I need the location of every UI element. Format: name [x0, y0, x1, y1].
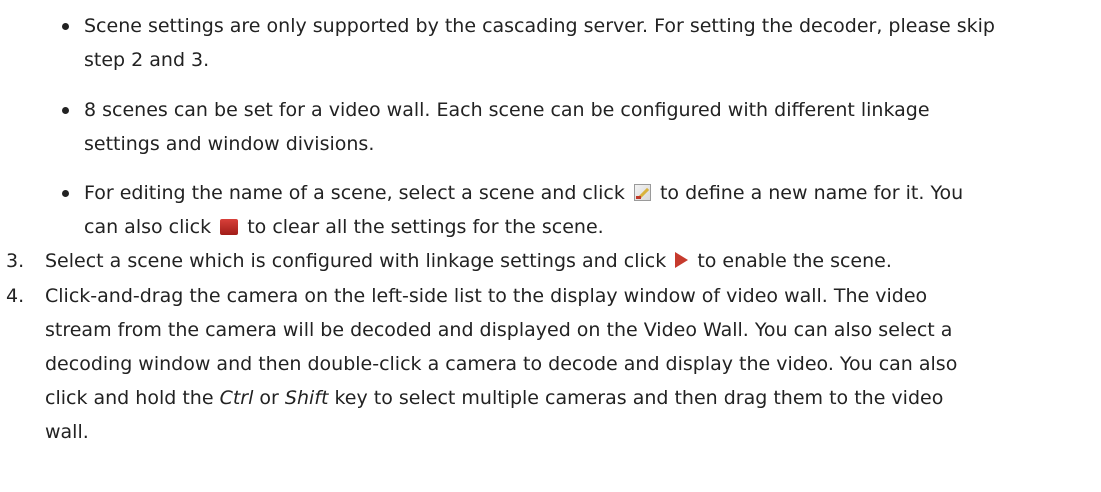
step-4-text-b: or — [259, 387, 279, 409]
bullet-marker — [62, 23, 69, 30]
step-4-line-4: click and hold the Ctrl or Shift key to … — [45, 385, 943, 411]
step-3-text-b: to enable the scene. — [697, 250, 892, 272]
bullet-3-line-1: For editing the name of a scene, select … — [84, 180, 963, 206]
bullet-2-line-1: 8 scenes can be set for a video wall. Ea… — [84, 99, 930, 121]
step-4-line-2: stream from the camera will be decoded a… — [45, 319, 953, 341]
clear-icon — [220, 219, 239, 235]
bullet-3-text-b: to define a new name for it. You — [659, 182, 964, 204]
bullet-1-line-1: Scene settings are only supported by the… — [84, 15, 995, 37]
step-3-text-a: Select a scene which is configured with … — [45, 250, 667, 272]
play-icon — [675, 252, 689, 268]
ctrl-key-label: Ctrl — [219, 387, 254, 409]
step-3-line-1: Select a scene which is configured with … — [45, 248, 892, 274]
bullet-2-line-2: settings and window divisions. — [84, 133, 375, 155]
step-number: 3. — [6, 250, 25, 272]
step-4-line-5: wall. — [45, 421, 89, 443]
step-4-text-a: click and hold the — [45, 387, 214, 409]
step-number: 4. — [6, 285, 25, 307]
bullet-1-line-2: step 2 and 3. — [84, 49, 210, 71]
edit-icon — [633, 184, 651, 201]
bullet-marker — [62, 190, 69, 197]
bullet-3-text-c: can also click — [84, 216, 212, 238]
document-page: Scene settings are only supported by the… — [0, 0, 1101, 492]
bullet-marker — [62, 107, 69, 114]
shift-key-label: Shift — [284, 387, 329, 409]
bullet-3-line-2: can also click to clear all the settings… — [84, 214, 604, 240]
step-4-text-c: key to select multiple cameras and then … — [334, 387, 944, 409]
bullet-3-text-a: For editing the name of a scene, select … — [84, 182, 625, 204]
step-4-line-1: Click-and-drag the camera on the left-si… — [45, 285, 928, 307]
step-4-line-3: decoding window and then double-click a … — [45, 353, 958, 375]
bullet-3-text-d: to clear all the settings for the scene. — [247, 216, 604, 238]
